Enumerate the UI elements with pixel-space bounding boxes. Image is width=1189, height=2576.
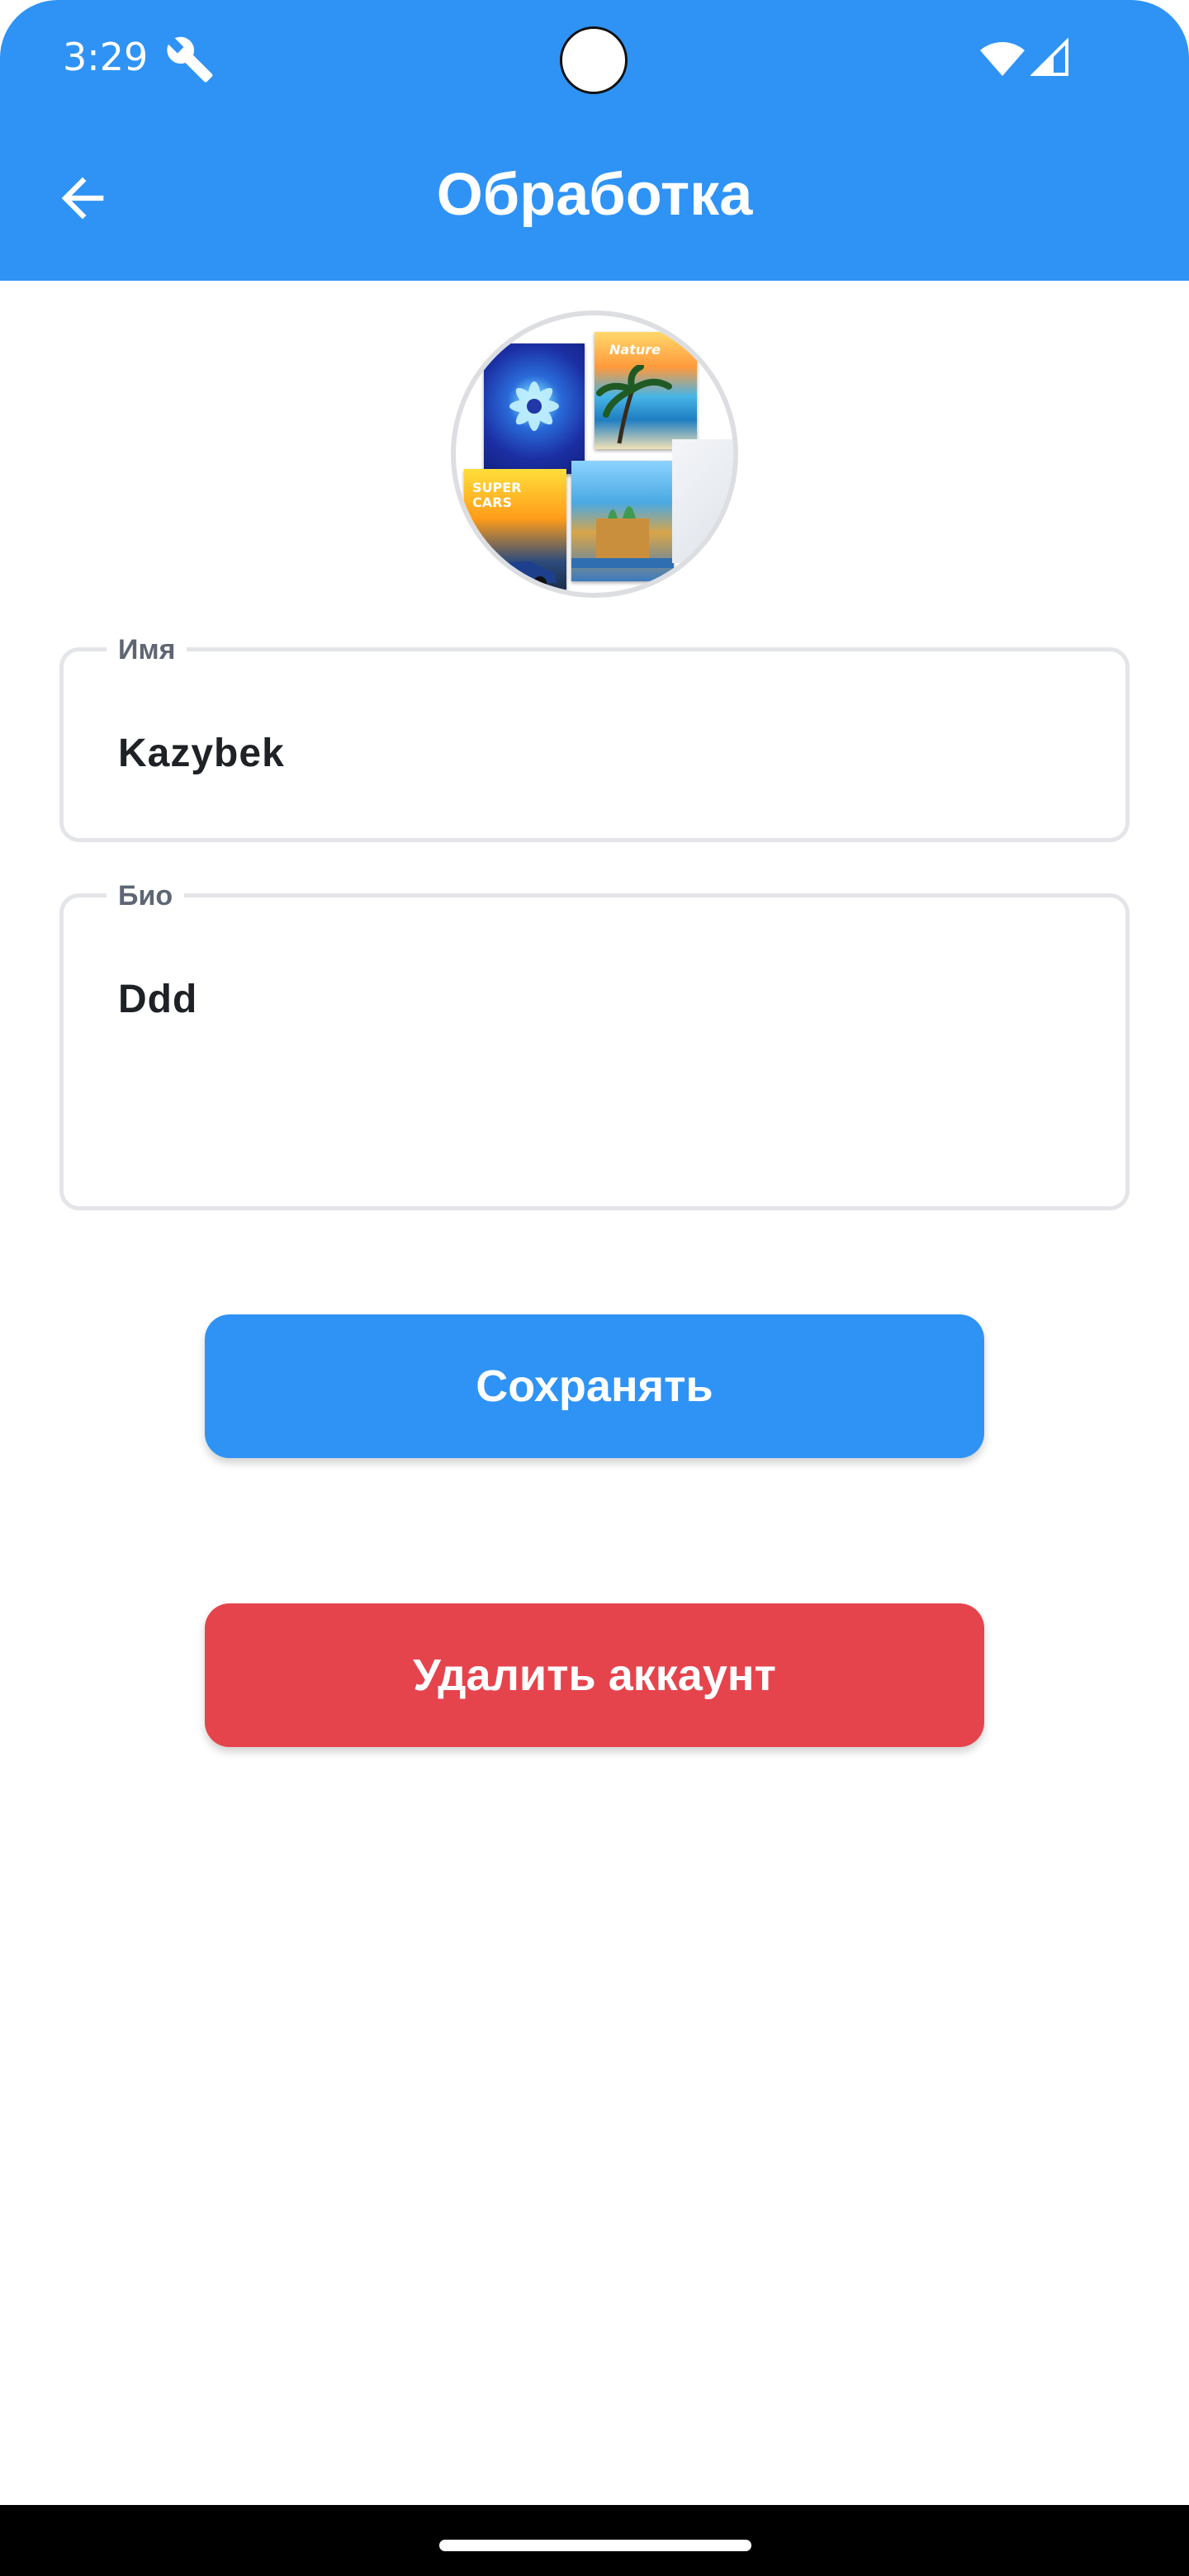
status-time: 3:29: [63, 35, 149, 79]
camera-cutout: [560, 26, 628, 94]
avatar-thumb-flower: [484, 343, 585, 474]
avatar[interactable]: Nature SUPER CARS: [451, 310, 738, 598]
avatar-thumb-city: [571, 461, 674, 581]
delete-account-button[interactable]: Удалить аккаунт: [205, 1603, 984, 1747]
thumb-label-cars: SUPER CARS: [472, 480, 522, 510]
name-field-value[interactable]: Kazybek: [118, 731, 285, 776]
car-icon: [471, 561, 557, 590]
avatar-thumb-nature: Nature: [594, 332, 697, 449]
avatar-thumb-cars: SUPER CARS: [464, 469, 566, 593]
save-button[interactable]: Сохранять: [205, 1314, 984, 1458]
name-field-label: Имя: [107, 633, 187, 666]
cathedral-icon: [571, 506, 674, 568]
wrench-icon: [167, 36, 213, 83]
wifi-icon: [980, 42, 1025, 76]
app-bar: Обработка: [0, 116, 1189, 281]
system-nav-bar: [0, 2505, 1189, 2576]
status-bar: 3:29: [0, 0, 1189, 116]
bio-field-value[interactable]: Ddd: [118, 977, 197, 1022]
page-title: Обработка: [436, 162, 753, 228]
avatar-thumb-paper: [672, 439, 733, 563]
flower-icon: [509, 381, 559, 431]
name-field[interactable]: Имя Kazybek: [59, 633, 1130, 842]
bio-field[interactable]: Био Ddd: [59, 879, 1130, 1210]
palm-tree-icon: [596, 365, 672, 444]
bio-field-label: Био: [107, 879, 185, 912]
thumb-label-nature: Nature: [609, 342, 661, 358]
signal-icon: [1030, 38, 1068, 76]
home-indicator[interactable]: [439, 2540, 751, 2551]
